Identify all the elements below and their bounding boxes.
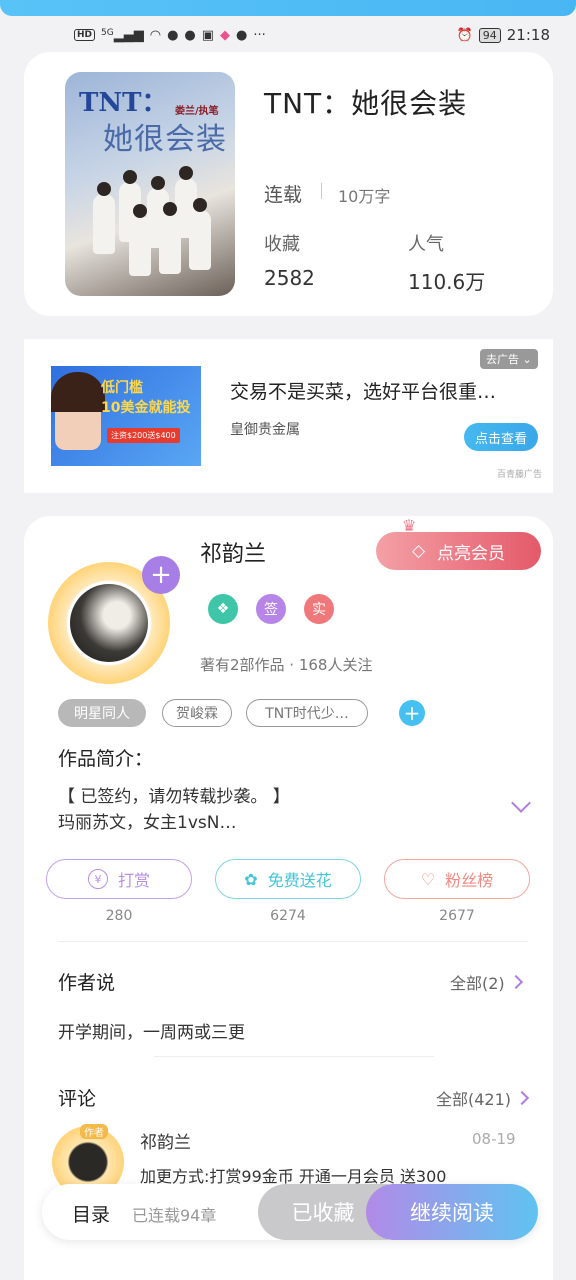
book-info-card: TNT： 娄兰/执笔 她很会装 TNT：她很会装 连载 10万字 收藏 2582… — [24, 52, 553, 316]
reward-label: 打赏 — [117, 871, 150, 890]
divider — [58, 941, 528, 942]
author-says-text: 开学期间，一周两或三更 — [58, 1023, 245, 1043]
remove-ad-button[interactable]: 去广告 ⌄ — [480, 349, 538, 369]
book-title: TNT：她很会装 — [264, 87, 468, 120]
toc-button[interactable]: 目录 — [72, 1200, 110, 1227]
vip-button-label: 点亮会员 — [437, 543, 506, 564]
comments-all-link[interactable]: 全部(421) — [436, 1086, 530, 1110]
comment-author-name[interactable]: 祁韵兰 — [140, 1128, 191, 1153]
ad-source: 皇御贵金属 — [230, 422, 300, 438]
flower-icon: ✿ — [244, 869, 258, 889]
author-tag: 作者 — [80, 1124, 108, 1139]
book-cover[interactable]: TNT： 娄兰/执笔 她很会装 — [65, 72, 235, 296]
battery-icon: 94 — [478, 27, 501, 43]
top-accent-bar — [0, 0, 576, 16]
cover-figure — [93, 182, 115, 254]
chevron-down-icon: ⌄ — [522, 353, 532, 366]
ad-headline: 交易不是买菜，选好平台很重… — [230, 381, 497, 403]
send-flower-button[interactable]: ✿ 免费送花 — [215, 859, 361, 899]
ad-model — [51, 372, 105, 450]
ad-banner[interactable]: 低门槛 10美金就能投 注资$200送$400 去广告 ⌄ 交易不是买菜，选好平… — [24, 339, 553, 493]
alarm-icon: ⏰ — [456, 27, 473, 43]
flower-count: 6274 — [270, 908, 306, 924]
fan-rank-label: 粉丝榜 — [445, 871, 494, 890]
popularity-label: 人气 — [408, 234, 444, 255]
intro-line: 玛丽苏文，女主1vsN… — [58, 813, 237, 833]
cover-figure — [129, 204, 151, 276]
intro-text[interactable]: 【 已签约，请勿转载抄袭。 】 玛丽苏文，女主1vsN… — [58, 784, 290, 836]
hd-icon: HD — [74, 29, 96, 41]
send-flower-label: 免费送花 — [267, 871, 332, 890]
remove-ad-label: 去广告 — [486, 353, 519, 366]
bottom-action-bar: 目录 已连载94章 已收藏 继续阅读 — [42, 1184, 538, 1240]
expand-chevron-icon[interactable] — [511, 793, 531, 813]
intro-title: 作品简介： — [58, 748, 154, 770]
tag-chip[interactable]: 贺峻霖 — [162, 699, 232, 727]
verified-badge[interactable]: 实 — [304, 594, 334, 624]
chevron-right-icon — [514, 1090, 530, 1106]
signal-icon: 5G▂▄▆ — [101, 27, 144, 43]
app-icon: ▣ — [201, 27, 215, 43]
avatar — [70, 584, 148, 662]
qq-icon: ● — [167, 27, 179, 43]
qq-icon: ● — [184, 27, 196, 43]
cover-photo — [85, 164, 217, 276]
author-avatar[interactable]: + — [38, 552, 188, 684]
chapter-count[interactable]: 已连载94章 — [132, 1202, 216, 1226]
popularity-value: 110.6万 — [408, 270, 486, 294]
tag-chip[interactable]: 明星同人 — [58, 699, 146, 727]
ad-mark: 百青藤广告 — [497, 470, 543, 480]
plus-icon: + — [403, 701, 421, 725]
chevron-right-icon — [508, 974, 523, 990]
author-meta: 著有2部作品 · 168人关注 — [200, 656, 373, 674]
author-says-all-label: 全部(2) — [450, 974, 505, 993]
cover-subtitle: 她很会装 — [103, 122, 227, 157]
plus-icon: + — [150, 560, 172, 590]
reward-button[interactable]: ¥ 打赏 — [46, 859, 192, 899]
fan-rank-count: 2677 — [439, 908, 475, 924]
ad-image-strip: 注资$200送$400 — [107, 428, 180, 443]
collect-label: 收藏 — [264, 234, 300, 255]
author-detail-card: + 祁韵兰 ♛ ◇ 点亮会员 ❖ 签 实 著有2部作品 · 168人关注 明星同… — [24, 516, 553, 1280]
comments-all-label: 全部(421) — [436, 1090, 512, 1109]
level-badge-icon[interactable]: ❖ — [208, 594, 238, 624]
collect-value: 2582 — [264, 266, 315, 290]
fan-rank-button[interactable]: ♡ 粉丝榜 — [384, 859, 530, 899]
status-bar: HD 5G▂▄▆ ◠ ● ● ▣ ◆ ● ··· ⏰ 94 21:18 — [0, 16, 576, 54]
ad-image-text: 低门槛 10美金就能投 — [101, 378, 190, 418]
ad-image-line: 低门槛 — [101, 380, 143, 396]
more-icon: ··· — [253, 27, 266, 43]
status-icons-left: HD 5G▂▄▆ ◠ ● ● ▣ ◆ ● ··· — [74, 28, 266, 43]
author-says-title: 作者说 — [58, 972, 116, 994]
cover-figure — [159, 202, 181, 274]
author-says-all-link[interactable]: 全部(2) — [450, 970, 523, 994]
status-icons-right: ⏰ 94 21:18 — [457, 26, 550, 44]
comment-date: 08-19 — [472, 1130, 516, 1148]
cover-figure — [189, 198, 211, 270]
signed-badge[interactable]: 签 — [256, 594, 286, 624]
ad-image-line: 10美金就能投 — [101, 400, 191, 416]
wifi-icon: ◠ — [149, 27, 162, 43]
book-status: 连载 — [264, 184, 303, 206]
continue-reading-button[interactable]: 继续阅读 — [366, 1184, 538, 1240]
vip-button[interactable]: ◇ 点亮会员 — [376, 532, 541, 570]
intro-line: 【 已签约，请勿转载抄袭。 】 — [58, 787, 290, 807]
reward-count: 280 — [105, 908, 133, 924]
divider — [154, 1056, 434, 1057]
ad-view-button[interactable]: 点击查看 — [464, 423, 538, 451]
wechat-icon: ● — [236, 27, 248, 43]
divider — [321, 183, 322, 199]
clock: 21:18 — [506, 26, 550, 44]
yuan-icon: ¥ — [87, 869, 108, 889]
diamond-icon: ◇ — [411, 541, 426, 561]
author-name[interactable]: 祁韵兰 — [200, 536, 266, 568]
ad-image[interactable]: 低门槛 10美金就能投 注资$200送$400 — [51, 366, 201, 466]
comments-title: 评论 — [58, 1088, 97, 1110]
tag-chip[interactable]: TNT时代少… — [246, 699, 368, 727]
add-tag-button[interactable]: + — [399, 700, 425, 726]
app-icon: ◆ — [220, 27, 231, 43]
user-heart-icon: ♡ — [420, 869, 436, 889]
follow-button[interactable]: + — [142, 556, 180, 594]
book-word-count: 10万字 — [338, 187, 391, 206]
